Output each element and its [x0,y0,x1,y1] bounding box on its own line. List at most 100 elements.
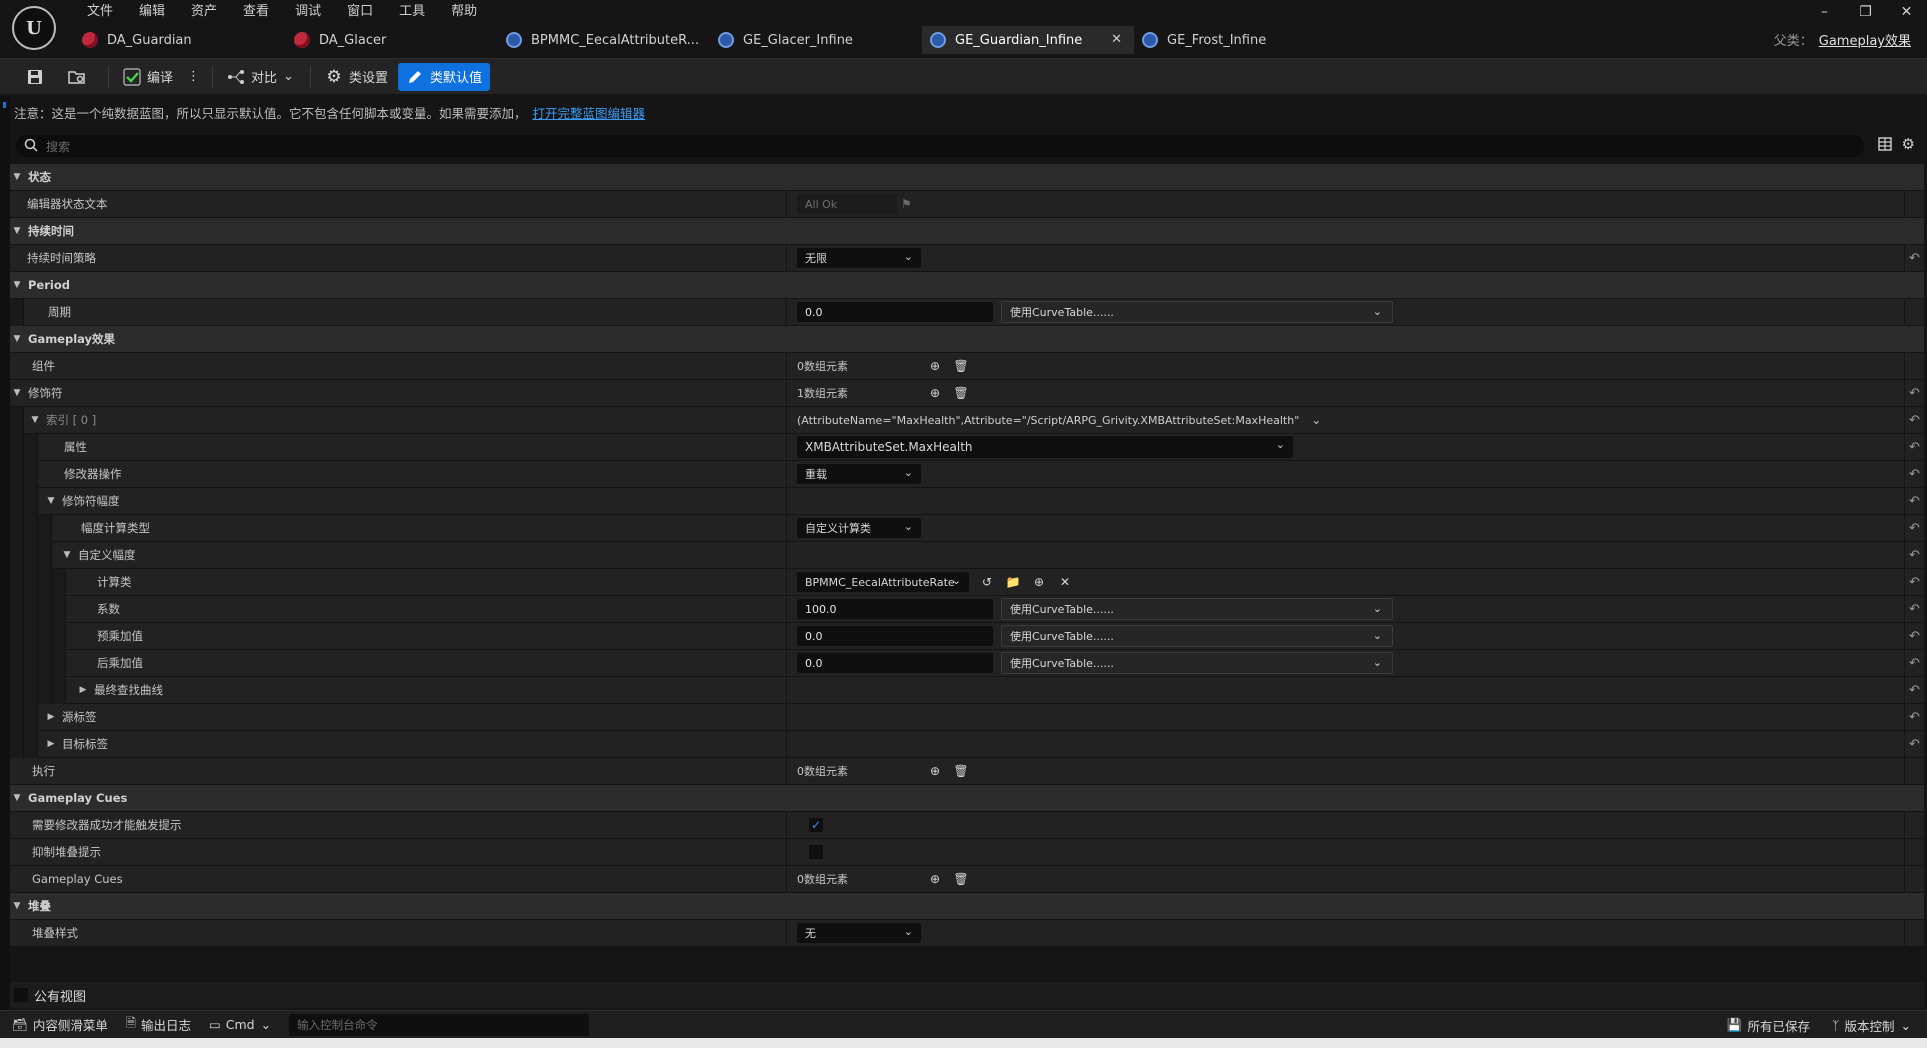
property-name: 预乘加值 [10,623,785,649]
curve-table-dropdown[interactable]: 使用CurveTable...... ⌄ [1001,652,1393,674]
curve-table-dropdown[interactable]: 使用CurveTable...... ⌄ [1001,301,1393,323]
reset-to-default-icon[interactable]: ↶ [1904,623,1924,649]
category-state[interactable]: ▼ 状态 [10,164,1924,191]
public-view-checkbox[interactable] [14,988,28,1002]
settings-gear-icon[interactable]: ⚙ [1902,137,1915,154]
tab-da-glacer[interactable]: DA_Glacer [286,26,498,54]
reset-to-default-icon[interactable]: ↶ [1904,245,1924,271]
add-element-icon[interactable]: ⊕ [927,871,943,887]
add-element-icon[interactable]: ⊕ [927,358,943,374]
duration-policy-dropdown[interactable]: 无限 ⌄ [797,248,921,268]
browse-button[interactable] [60,63,100,91]
tab-ge-frost[interactable]: GE_Frost_Infine [1134,26,1346,54]
property-value: 无限 ⌄ [786,245,1904,271]
all-saved-button[interactable]: 💾 所有已保存 [1727,1016,1810,1035]
reset-to-default-icon[interactable]: ↶ [1904,461,1924,487]
menu-tools[interactable]: 工具 [386,2,438,22]
reset-to-default-icon[interactable]: ↶ [1904,731,1924,757]
pre-multiply-input[interactable]: 0.0 [797,626,993,646]
tab-da-guardian[interactable]: DA_Guardian [74,26,286,54]
close-window-icon[interactable]: ✕ [1886,0,1927,24]
menu-help[interactable]: 帮助 [438,2,490,22]
tab-ge-glacer[interactable]: GE_Glacer_Infine [710,26,922,54]
save-button[interactable] [18,63,58,91]
output-log-button[interactable]: 🗎 输出日志 [126,1014,191,1035]
use-selected-icon[interactable]: ↺ [979,574,995,590]
coefficient-input[interactable]: 100.0 [797,599,993,619]
public-view-toggle[interactable]: 公有视图 [10,982,1924,1008]
table-view-icon[interactable] [1877,137,1892,154]
attribute-dropdown[interactable]: XMBAttributeSet.MaxHealth ⌄ [797,436,1293,458]
menu-window[interactable]: 窗口 [334,2,386,22]
browse-folder-icon[interactable]: 📁 [1005,574,1021,590]
modifiers-array-row[interactable]: ▼ 修饰符 1数组元素 ⊕ 🗑 ↶ [10,380,1924,407]
curve-table-dropdown[interactable]: 使用CurveTable...... ⌄ [1001,598,1393,620]
console-command-input[interactable]: 输入控制台命令 [289,1013,590,1036]
category-period[interactable]: ▼ Period [10,272,1924,299]
parent-class-link[interactable]: Gameplay效果 [1819,34,1911,49]
trash-icon[interactable]: 🗑 [953,358,969,374]
reset-to-default-icon[interactable]: ↶ [1904,677,1924,703]
unreal-logo-icon[interactable]: U [12,6,56,50]
class-settings-button[interactable]: ⚙ 类设置 [317,63,396,91]
reset-to-default-icon[interactable]: ↶ [1904,407,1924,433]
property-row[interactable]: ▼ 修饰符幅度 ↶ [10,488,1924,515]
reset-to-default-icon[interactable]: ↶ [1904,542,1924,568]
property-row[interactable]: ▶ 目标标签 ↶ [10,731,1924,758]
reset-to-default-icon[interactable]: ↶ [1904,569,1924,595]
search-input[interactable]: 搜索 [16,135,1864,157]
stacking-type-dropdown[interactable]: 无 ⌄ [797,923,921,943]
property-value: 自定义计算类 ⌄ [786,515,1904,541]
reset-to-default-icon[interactable]: ↶ [1904,650,1924,676]
property-row[interactable]: ▼ 自定义幅度 ↶ [10,542,1924,569]
content-drawer-button[interactable]: 🗃 内容侧滑菜单 [12,1015,108,1034]
property-row[interactable]: ▶ 源标签 ↶ [10,704,1924,731]
category-duration[interactable]: ▼ 持续时间 [10,218,1924,245]
diff-button[interactable]: 对比 ⌄ [219,63,302,91]
require-modifier-success-checkbox[interactable]: ✓ [809,818,823,832]
menu-view[interactable]: 查看 [230,2,282,22]
menu-asset[interactable]: 资产 [178,2,230,22]
menu-file[interactable]: 文件 [74,2,126,22]
reset-to-default-icon[interactable]: ↶ [1904,434,1924,460]
add-new-icon[interactable]: ⊕ [1031,574,1047,590]
compile-options-button[interactable]: ⋮ [183,63,204,91]
status-bar: 🗃 内容侧滑菜单 🗎 输出日志 ▭ Cmd ⌄ 输入控制台命令 💾 所有已保存 ᛉ 版本控制… [0,1010,1927,1038]
magnitude-calc-type-dropdown[interactable]: 自定义计算类 ⌄ [797,518,921,538]
add-element-icon[interactable]: ⊕ [927,385,943,401]
clear-icon[interactable]: ✕ [1057,574,1073,590]
open-full-editor-link[interactable]: 打开完整蓝图编辑器 [533,106,646,121]
minimize-icon[interactable]: – [1804,0,1845,24]
modifier-op-dropdown[interactable]: 重载 ⌄ [797,464,921,484]
cmd-dropdown[interactable]: ▭ Cmd ⌄ [209,1017,271,1032]
add-element-icon[interactable]: ⊕ [927,763,943,779]
tab-ge-guardian[interactable]: GE_Guardian_Infine ✕ [922,26,1134,54]
reset-to-default-icon[interactable]: ↶ [1904,515,1924,541]
reset-to-default-icon[interactable]: ↶ [1904,596,1924,622]
source-control-button[interactable]: ᛉ 版本控制 ⌄ [1832,1016,1911,1035]
menu-debug[interactable]: 调试 [282,2,334,22]
reset-to-default-icon[interactable]: ↶ [1904,704,1924,730]
category-gameplay-effect[interactable]: ▼ Gameplay效果 [10,326,1924,353]
trash-icon[interactable]: 🗑 [953,763,969,779]
category-gameplay-cues[interactable]: ▼ Gameplay Cues [10,785,1924,812]
chevron-down-icon[interactable]: ⌄ [1311,413,1321,427]
trash-icon[interactable]: 🗑 [953,385,969,401]
suppress-stacking-cues-checkbox[interactable] [809,845,823,859]
close-tab-icon[interactable]: ✕ [1111,32,1122,47]
post-multiply-input[interactable]: 0.0 [797,653,993,673]
restore-icon[interactable]: ❐ [1845,0,1886,24]
category-stacking[interactable]: ▼ 堆叠 [10,893,1924,920]
calculation-class-dropdown[interactable]: BPMMC_EecalAttributeRate ⌄ [797,572,969,592]
menu-edit[interactable]: 编辑 [126,2,178,22]
trash-icon[interactable]: 🗑 [953,871,969,887]
reset-to-default-icon[interactable]: ↶ [1904,488,1924,514]
reset-to-default-icon[interactable]: ↶ [1904,380,1924,406]
property-row[interactable]: ▶ 最终查找曲线 ↶ [10,677,1924,704]
period-input[interactable]: 0.0 [797,302,993,322]
property-name: 幅度计算类型 [10,515,785,541]
compile-button[interactable]: 编译 [115,63,181,91]
tab-bpmmc[interactable]: BPMMC_EecalAttributeR... [498,26,710,54]
curve-table-dropdown[interactable]: 使用CurveTable...... ⌄ [1001,625,1393,647]
class-defaults-button[interactable]: 类默认值 [397,62,490,91]
